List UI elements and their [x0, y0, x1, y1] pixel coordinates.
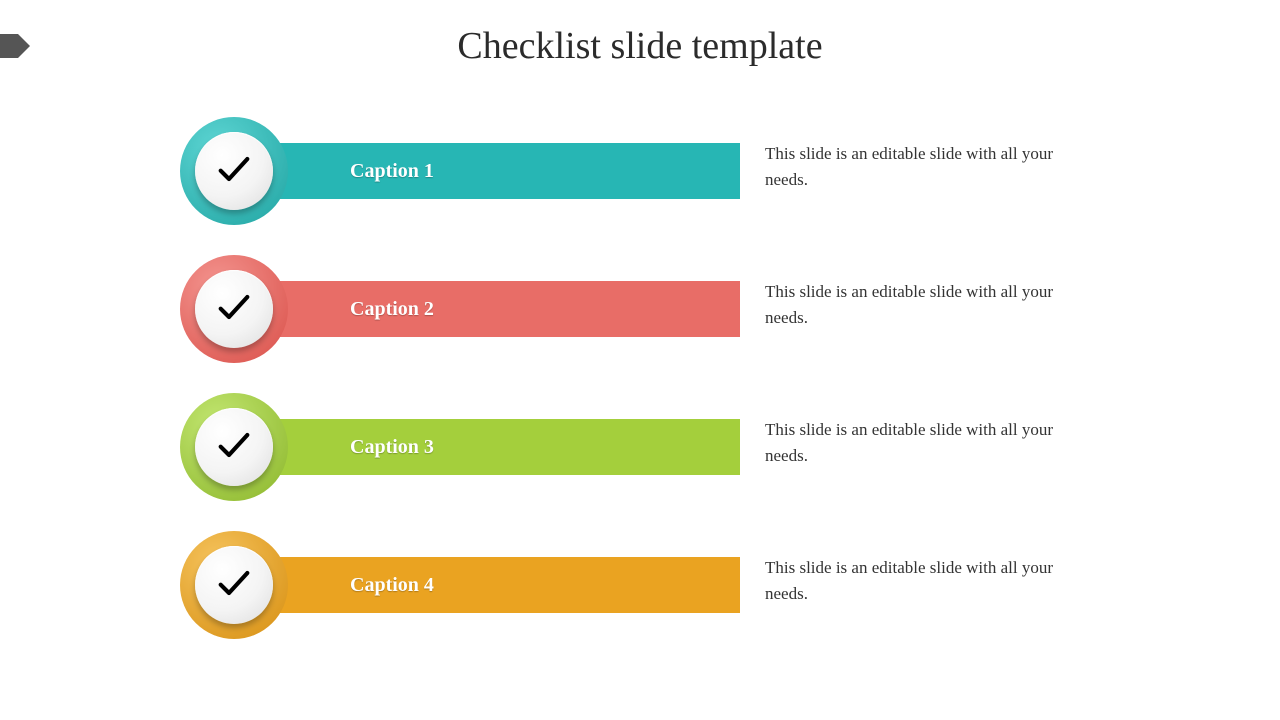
checklist-item-4: Caption 4 This slide is an editable slid… — [180, 529, 1100, 639]
check-badge — [180, 117, 288, 225]
caption-label: Caption 4 — [350, 574, 434, 597]
check-disc — [195, 270, 273, 348]
caption-bar: Caption 3 — [230, 419, 740, 475]
check-icon — [214, 563, 254, 608]
check-badge — [180, 255, 288, 363]
caption-bar: Caption 1 — [230, 143, 740, 199]
slide: Checklist slide template Caption 1 This … — [0, 0, 1280, 720]
check-icon — [214, 425, 254, 470]
item-description: This slide is an editable slide with all… — [765, 555, 1095, 606]
checklist: Caption 1 This slide is an editable slid… — [180, 115, 1100, 667]
check-badge — [180, 531, 288, 639]
item-description: This slide is an editable slide with all… — [765, 141, 1095, 192]
check-icon — [214, 149, 254, 194]
item-description: This slide is an editable slide with all… — [765, 417, 1095, 468]
caption-bar: Caption 2 — [230, 281, 740, 337]
slide-title: Checklist slide template — [0, 24, 1280, 68]
checklist-item-1: Caption 1 This slide is an editable slid… — [180, 115, 1100, 225]
check-disc — [195, 132, 273, 210]
item-description: This slide is an editable slide with all… — [765, 279, 1095, 330]
caption-label: Caption 1 — [350, 160, 434, 183]
caption-label: Caption 2 — [350, 298, 434, 321]
check-disc — [195, 408, 273, 486]
check-disc — [195, 546, 273, 624]
caption-bar: Caption 4 — [230, 557, 740, 613]
checklist-item-2: Caption 2 This slide is an editable slid… — [180, 253, 1100, 363]
checklist-item-3: Caption 3 This slide is an editable slid… — [180, 391, 1100, 501]
caption-label: Caption 3 — [350, 436, 434, 459]
check-badge — [180, 393, 288, 501]
check-icon — [214, 287, 254, 332]
